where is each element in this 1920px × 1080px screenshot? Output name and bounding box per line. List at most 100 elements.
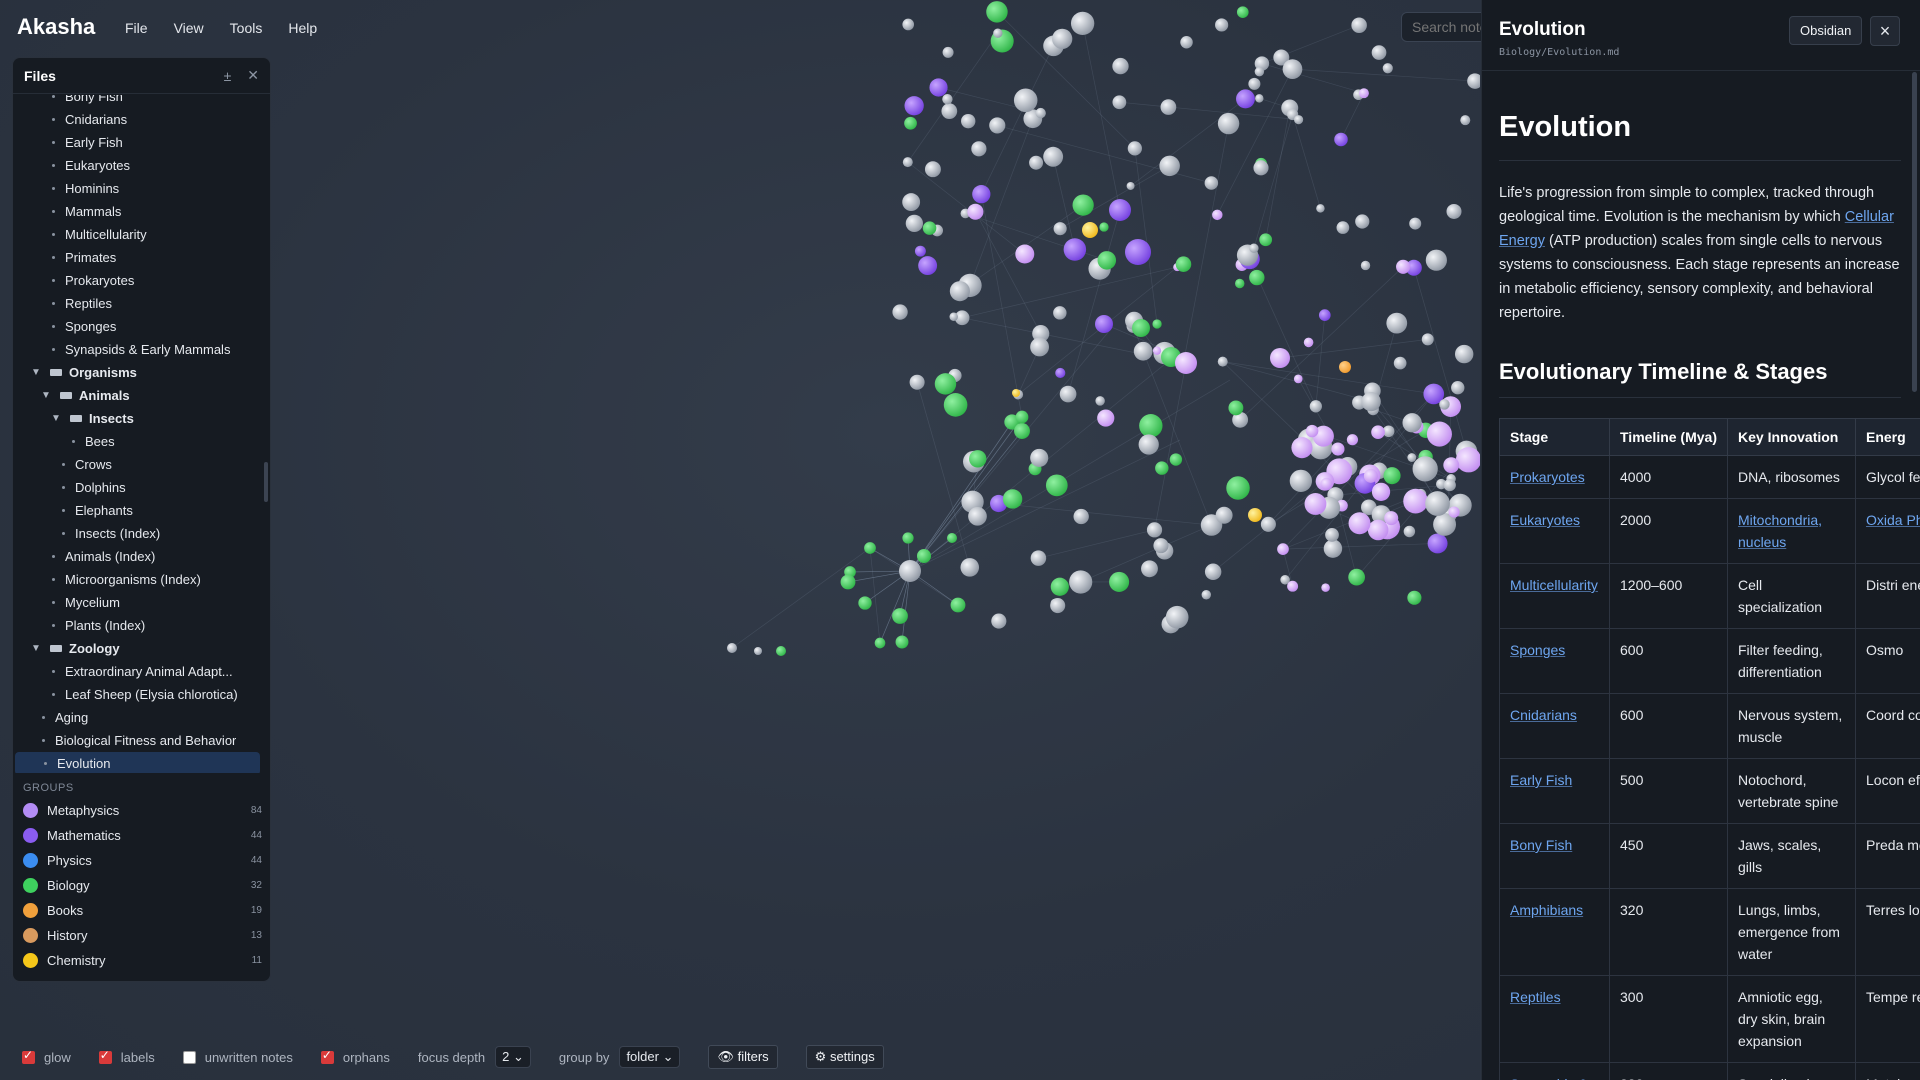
graph-node[interactable] [1425, 491, 1450, 516]
graph-node[interactable] [1095, 396, 1105, 406]
graph-node[interactable] [1439, 399, 1450, 410]
graph-node[interactable] [1029, 155, 1044, 170]
graph-node[interactable] [1393, 356, 1407, 370]
graph-node[interactable] [1226, 476, 1250, 500]
graph-node[interactable] [1165, 605, 1189, 629]
graph-node[interactable] [1253, 160, 1269, 176]
graph-node[interactable] [1236, 6, 1249, 18]
graph-node[interactable] [960, 558, 980, 577]
graph-node[interactable] [1409, 217, 1422, 230]
graph-node[interactable] [1334, 132, 1348, 147]
menu-tools[interactable]: Tools [230, 20, 263, 36]
graph-node[interactable] [1215, 506, 1233, 524]
graph-node[interactable] [968, 506, 987, 526]
unwritten-toggle[interactable]: unwritten notes [182, 1050, 293, 1065]
tree-file[interactable]: Plants (Index) [13, 614, 262, 637]
settings-button[interactable]: ⚙ settings [805, 1045, 884, 1069]
graph-node[interactable] [1228, 400, 1244, 416]
graph-node[interactable] [1013, 88, 1038, 113]
graph-node[interactable] [1217, 112, 1240, 135]
graph-node[interactable] [1050, 577, 1069, 596]
graph-node[interactable] [874, 637, 886, 649]
graph-node[interactable] [1304, 493, 1327, 515]
graph-node[interactable] [1138, 434, 1159, 455]
graph-node[interactable] [1153, 538, 1169, 554]
graph-node[interactable] [1073, 508, 1089, 525]
graph-node[interactable] [1346, 434, 1359, 446]
graph-node[interactable] [840, 574, 856, 590]
group-item[interactable]: Metaphysics 84 [23, 798, 262, 823]
graph-node[interactable] [1421, 333, 1434, 346]
graph-node[interactable] [1082, 222, 1098, 238]
graph-node[interactable] [914, 245, 926, 257]
group-item[interactable]: Mathematics 44 [23, 823, 262, 848]
graph-node[interactable] [918, 256, 938, 276]
tree-file[interactable]: Microorganisms (Index) [13, 568, 262, 591]
table-link[interactable]: Sponges [1510, 642, 1565, 658]
graph-node[interactable] [1169, 453, 1183, 466]
table-link[interactable]: Oxida Phosp [1866, 512, 1920, 528]
graph-node[interactable] [1015, 410, 1029, 424]
table-link[interactable]: Multicellularity [1510, 577, 1598, 593]
graph-node[interactable] [1323, 539, 1343, 558]
tree-folder[interactable]: ▼ Insects [13, 407, 262, 430]
menu-help[interactable]: Help [288, 20, 317, 36]
graph-node[interactable] [1403, 488, 1428, 514]
graph-node[interactable] [1014, 423, 1030, 439]
graph-node[interactable] [905, 214, 923, 232]
group-item[interactable]: Books 19 [23, 898, 262, 923]
focus-depth-select[interactable]: 2 ⌄ [495, 1046, 531, 1068]
graph-node[interactable] [895, 635, 909, 649]
graph-node[interactable] [1204, 563, 1222, 580]
graph-node[interactable] [1072, 194, 1094, 216]
graph-node[interactable] [1448, 506, 1460, 518]
menu-view[interactable]: View [174, 20, 204, 36]
graph-node[interactable] [1331, 442, 1345, 456]
graph-node[interactable] [971, 141, 987, 157]
graph-node[interactable] [1363, 468, 1378, 483]
tree-file[interactable]: Dolphins [13, 476, 262, 499]
tree-file[interactable]: Biological Fitness and Behavior [13, 729, 262, 752]
group-item[interactable]: Physics 44 [23, 848, 262, 873]
tree-file[interactable]: Eukaryotes [13, 154, 262, 177]
graph-node[interactable] [1402, 413, 1422, 433]
chevron-down-icon[interactable]: ▼ [51, 407, 63, 430]
tree-file[interactable]: Leaf Sheep (Elysia chlorotica) [13, 683, 262, 706]
file-tree[interactable]: Bony Fish Cnidarians Early Fish Eukaryotes H… [13, 95, 262, 773]
graph-node[interactable] [1289, 469, 1313, 493]
table-link[interactable]: Synapsids & Early [1510, 1076, 1588, 1080]
graph-node[interactable] [1141, 560, 1158, 578]
graph-node[interactable] [1215, 18, 1229, 32]
graph-node[interactable] [754, 647, 762, 655]
graph-node[interactable] [1127, 141, 1142, 156]
graph-node[interactable] [946, 532, 958, 544]
graph-node[interactable] [924, 161, 941, 178]
graph-node[interactable] [1249, 243, 1259, 253]
graph-node[interactable] [1426, 421, 1452, 447]
table-link[interactable]: Amphibians [1510, 902, 1583, 918]
graph-node[interactable] [922, 221, 937, 235]
graph-node[interactable] [858, 596, 872, 610]
graph-node[interactable] [1348, 512, 1371, 535]
graph-node[interactable] [1382, 63, 1393, 74]
graph-node[interactable] [1320, 477, 1333, 490]
graph-node[interactable] [1217, 356, 1228, 367]
graph-node[interactable] [864, 542, 876, 554]
graph-node[interactable] [1002, 489, 1023, 509]
graph-node[interactable] [1159, 155, 1180, 177]
graph-node[interactable] [892, 304, 908, 320]
glow-checkbox[interactable] [22, 1048, 35, 1064]
graph-node[interactable] [902, 193, 921, 211]
graph-node[interactable] [1443, 478, 1456, 492]
graph-node[interactable] [1059, 385, 1077, 403]
graph-node[interactable] [1125, 239, 1151, 265]
graph-node[interactable] [1348, 568, 1365, 586]
table-link[interactable]: Bony Fish [1510, 837, 1572, 853]
tree-file[interactable]: Hominins [13, 177, 262, 200]
graph-node[interactable] [1427, 533, 1448, 554]
tree-file[interactable]: Synapsids & Early Mammals [13, 338, 262, 361]
tree-folder[interactable]: ▼ Zoology [13, 637, 262, 660]
tree-file[interactable]: Multicellularity [13, 223, 262, 246]
graph-node[interactable] [1152, 346, 1162, 355]
graph-node[interactable] [1095, 315, 1113, 333]
